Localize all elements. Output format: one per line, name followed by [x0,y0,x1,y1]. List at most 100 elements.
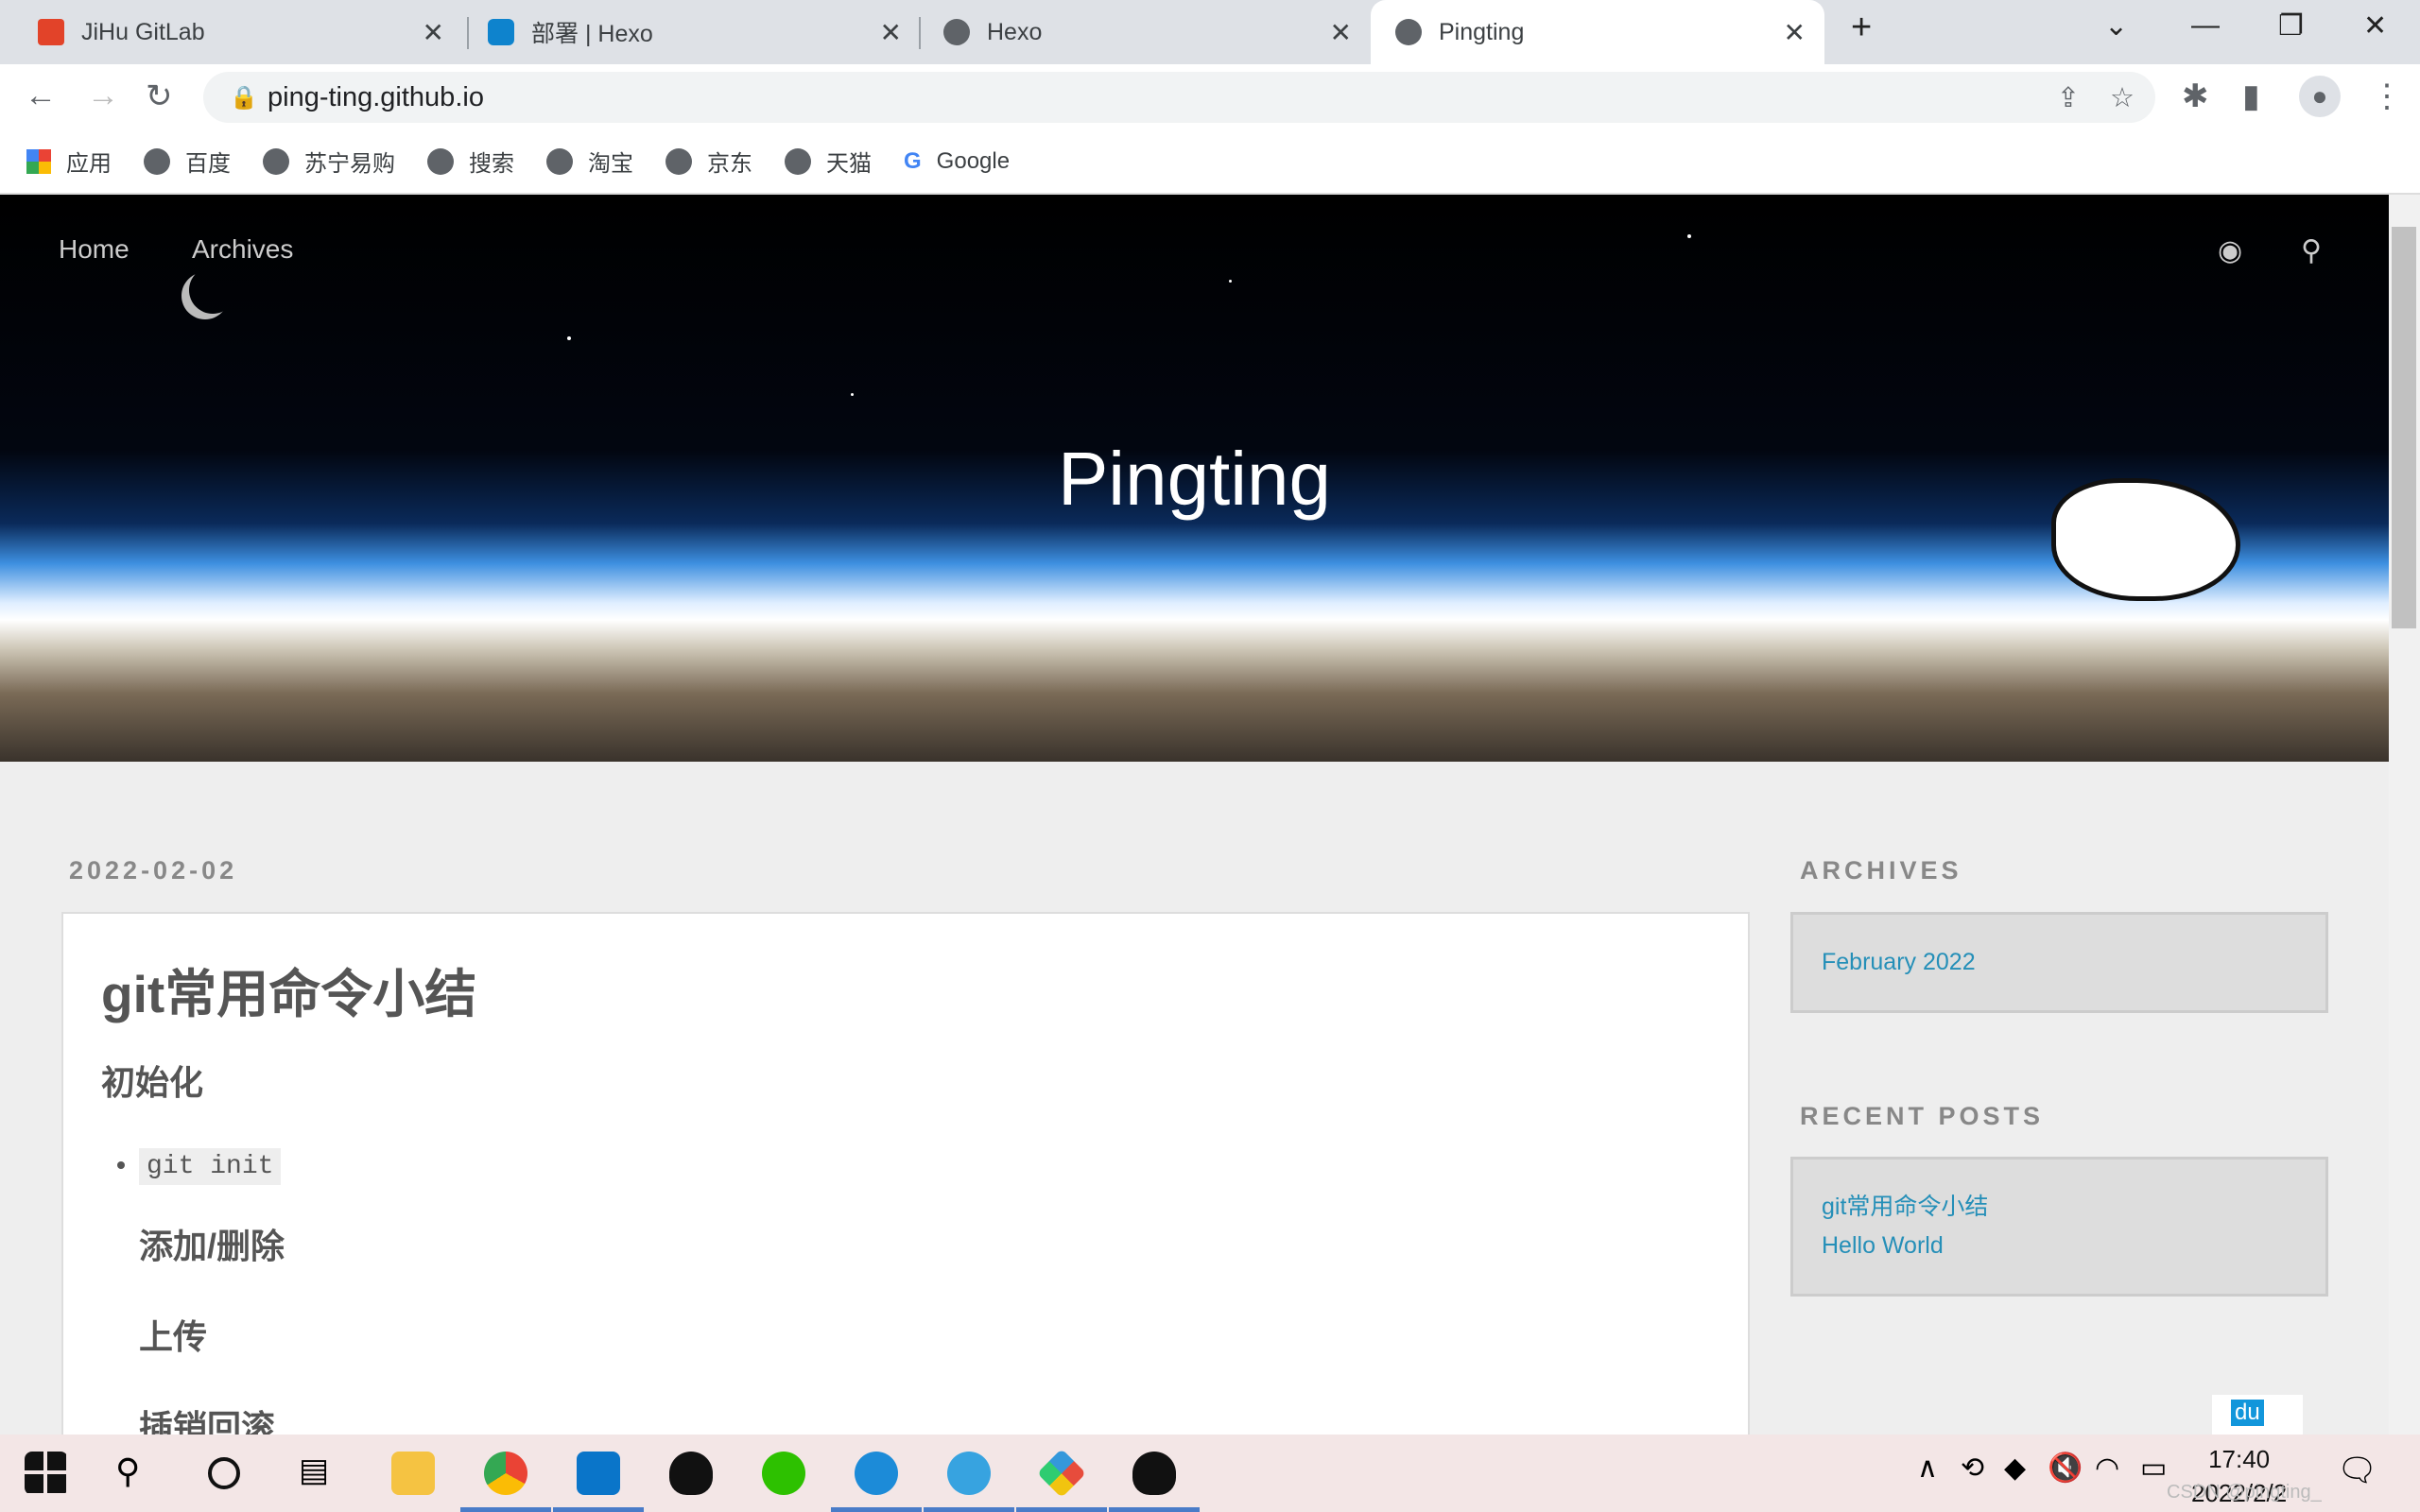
active-indicator [924,1507,1014,1512]
bookmark-label: 搜索 [469,151,514,177]
bookmark-search[interactable]: 搜索 [427,145,514,178]
post-date: 2022-02-02 [69,856,238,885]
bookmark-tmall[interactable]: 天猫 [785,145,872,178]
forward-icon[interactable]: → [87,77,119,114]
post-title[interactable]: git常用命令小结 [101,952,1710,1027]
task-view-icon[interactable]: ▤ [299,1452,342,1495]
active-indicator [1109,1507,1200,1512]
sync-icon[interactable]: ⟲ [1961,1452,2004,1495]
start-icon[interactable] [25,1452,68,1495]
git-gui-icon[interactable] [1036,1448,1087,1499]
close-icon[interactable]: ✕ [880,17,902,48]
tab-title: Pingting [1439,18,1525,45]
active-indicator [553,1507,644,1512]
qq-icon[interactable] [669,1452,713,1495]
nav-home[interactable]: Home [59,234,130,265]
vscode-icon[interactable] [577,1452,620,1495]
globe-icon [1395,19,1422,45]
bookmark-label: Google [936,147,1011,174]
site-banner: Home Archives ◉ ⚲ Pingting [0,195,2389,762]
tab-hexo[interactable]: Hexo ✕ [921,0,1371,64]
bookmark-apps[interactable]: 应用 [26,145,112,178]
close-window-button[interactable]: ✕ [2363,9,2387,43]
share-icon[interactable]: ⇪ [2057,81,2080,114]
archives-title: ARCHIVES [1800,856,1962,885]
bookmark-jd[interactable]: 京东 [666,145,752,178]
vmware-icon[interactable] [947,1452,991,1495]
ime-toolbar[interactable]: du [2212,1395,2303,1435]
apps-grid-icon [26,148,51,174]
site-title: Pingting [1057,437,1332,521]
qq-tray-icon[interactable]: ◆ [2004,1452,2048,1495]
extensions-icon[interactable]: ✱ [2182,77,2209,115]
close-icon[interactable]: ✕ [1330,17,1352,48]
recent-post-link[interactable]: Hello World [1822,1227,2297,1265]
globe-icon [943,19,970,45]
globe-icon [666,147,692,175]
nav-archives[interactable]: Archives [192,234,293,265]
baidu-ime-icon: du [2231,1400,2264,1426]
hexo-icon [488,19,514,45]
chrome-icon[interactable] [484,1452,527,1495]
star-icon[interactable]: ☆ [2110,81,2135,114]
tab-strip: JiHu GitLab ✕ 部署 | Hexo ✕ Hexo ✕ Pingting ✕ … [0,0,2420,64]
globe-icon [785,147,811,175]
edge-icon[interactable] [855,1452,898,1495]
cortana-icon[interactable] [208,1457,240,1489]
mute-icon[interactable]: 🔇 [2048,1452,2091,1495]
tab-hexo-deploy[interactable]: 部署 | Hexo ✕ [469,0,921,64]
tab-title: 部署 | Hexo [531,21,653,47]
restore-button[interactable]: ❐ [2278,9,2304,43]
bookmark-label: 天猫 [826,151,872,177]
star [1229,280,1232,283]
file-explorer-icon[interactable] [391,1452,435,1495]
tab-pingting[interactable]: Pingting ✕ [1371,0,1824,64]
address-bar[interactable]: 🔒 ping-ting.github.io ⇪ ☆ [203,72,2155,123]
globe-icon [546,147,573,175]
rss-icon[interactable]: ◉ [2218,234,2242,267]
lock-icon: 🔒 [230,84,258,111]
recent-posts-title: RECENT POSTS [1800,1102,2045,1130]
time: 17:40 [2208,1445,2271,1473]
minimize-button[interactable]: — [2191,9,2220,42]
active-indicator [831,1507,922,1512]
chevron-up-icon[interactable]: ∧ [1917,1452,1961,1495]
reload-icon[interactable]: ↻ [146,77,173,115]
bookmark-label: 淘宝 [588,151,633,177]
profile-avatar[interactable]: ● [2299,76,2341,117]
post-card: git常用命令小结 初始化 git init 添加/删除 上传 插销回滚 [61,912,1750,1479]
bookmark-label: 京东 [707,151,752,177]
globe-icon [427,147,454,175]
bookmark-baidu[interactable]: 百度 [144,145,231,178]
close-icon[interactable]: ✕ [423,17,444,48]
notification-icon[interactable]: 🗨 [2337,1452,2380,1495]
tab-search-chevron-icon[interactable]: ⌄ [2104,9,2128,43]
archive-link[interactable]: February 2022 [1822,949,1976,975]
scrollbar-thumb[interactable] [2392,227,2416,628]
bookmark-taobao[interactable]: 淘宝 [546,145,633,178]
tab-gitlab[interactable]: JiHu GitLab ✕ [0,0,463,64]
moon [189,266,236,314]
bookmark-suning[interactable]: 苏宁易购 [263,145,395,178]
side-panel-icon[interactable]: ▮ [2242,77,2260,115]
bookmark-label: 苏宁易购 [304,151,395,177]
close-icon[interactable]: ✕ [1784,17,1806,48]
wechat-icon[interactable] [762,1452,805,1495]
star [1687,234,1691,238]
code-snippet: git init [139,1148,282,1185]
recent-post-link[interactable]: git常用命令小结 [1822,1188,2297,1227]
tab-title: JiHu GitLab [81,18,205,45]
post-heading: 初始化 [101,1063,204,1102]
search-icon[interactable]: ⚲ [2301,234,2322,267]
wifi-icon[interactable]: ◠ [2095,1452,2138,1495]
back-icon[interactable]: ← [25,77,57,114]
url-text: ping-ting.github.io [268,81,484,112]
active-indicator [1016,1507,1107,1512]
qq-icon[interactable] [1132,1452,1176,1495]
search-icon[interactable]: ⚲ [115,1452,159,1495]
new-tab-button[interactable]: + [1851,8,1872,48]
post-subheading: 上传 [139,1317,208,1356]
bookmark-google[interactable]: G Google [904,148,1010,175]
menu-icon[interactable]: ⋮ [2371,77,2403,115]
star [567,336,571,340]
